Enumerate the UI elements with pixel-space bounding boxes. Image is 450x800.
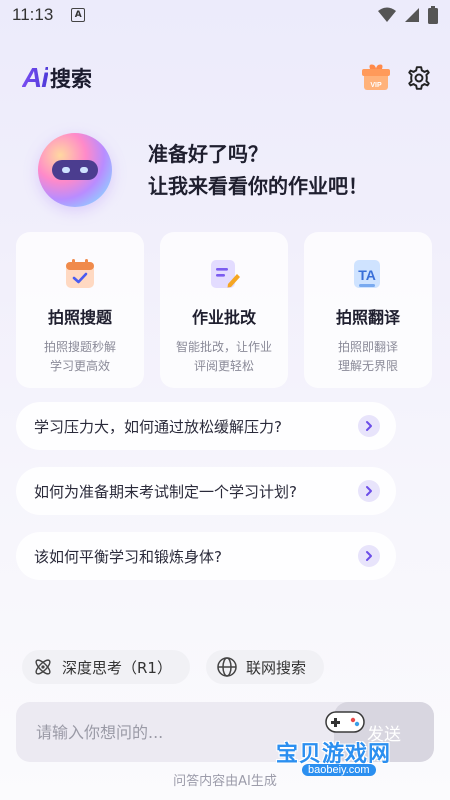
question-input[interactable] (36, 722, 306, 742)
web-search-toggle[interactable]: 联网搜索 (205, 650, 324, 684)
svg-text:TA: TA (358, 267, 376, 283)
battery-icon (428, 6, 438, 24)
logo-text: 搜索 (50, 67, 92, 91)
feature-card-photo-translate[interactable]: TA 拍照翻译 拍照即翻译 理解无界限 (304, 232, 432, 388)
mascot-visor (52, 160, 98, 180)
translate-icon: TA (354, 260, 380, 288)
hero-greeting: 准备好了吗？ 让我来看看你的作业吧！ (148, 138, 368, 202)
feature-title: 拍照翻译 (335, 308, 400, 327)
notification-icon: A (71, 8, 86, 22)
status-time: 11:13 (12, 5, 54, 24)
feature-title: 作业批改 (191, 308, 256, 327)
feature-desc-line: 学习更高效 (49, 359, 110, 373)
send-button[interactable]: 发送 (334, 702, 434, 762)
feature-card-photo-search[interactable]: 拍照搜题 拍照搜题秒解 学习更高效 (16, 232, 144, 388)
hero-line-1: 准备好了吗？ (148, 142, 268, 166)
header-actions: VIP (360, 62, 432, 94)
chat-input-bar: 发送 (16, 702, 434, 762)
calendar-check-icon (66, 259, 94, 288)
vip-badge-text: VIP (370, 82, 382, 89)
feature-desc-line: 评阅更轻松 (193, 359, 254, 373)
web-search-label: 联网搜索 (245, 658, 306, 677)
logo-ai: Ai (22, 62, 49, 93)
chevron-right-icon (358, 545, 380, 567)
wifi-icon (378, 7, 396, 22)
feature-desc: 拍照即翻译 理解无界限 (338, 338, 398, 376)
globe-icon (217, 657, 237, 677)
feature-desc-line: 理解无界限 (337, 359, 398, 373)
signal-icon (405, 8, 419, 22)
mascot-left-eye (62, 167, 70, 173)
suggestion-text: 学习压力大，如何通过放松缓解压力? (34, 417, 282, 436)
gear-icon[interactable] (406, 65, 432, 91)
chevron-right-icon (358, 480, 380, 502)
suggestion-item[interactable]: 如何为准备期末考试制定一个学习计划? (16, 467, 396, 515)
deep-think-label: 深度思考（R1） (62, 658, 172, 677)
app-logo: Ai 搜索 (22, 62, 92, 94)
suggestion-item[interactable]: 学习压力大，如何通过放松缓解压力? (16, 402, 396, 450)
feature-title: 拍照搜题 (47, 308, 112, 327)
ai-mascot-avatar (38, 133, 112, 207)
suggestion-text: 如何为准备期末考试制定一个学习计划? (34, 482, 297, 501)
suggestion-item[interactable]: 该如何平衡学习和锻炼身体? (16, 532, 396, 580)
feature-desc: 智能批改，让作业 评阅更轻松 (176, 338, 272, 376)
status-indicators (378, 6, 438, 24)
feature-desc-line: 拍照搜题秒解 (43, 340, 116, 354)
feature-desc: 拍照搜题秒解 学习更高效 (44, 338, 116, 376)
ai-disclaimer: 问答内容由AI生成 (173, 774, 277, 789)
suggestion-text: 该如何平衡学习和锻炼身体? (34, 547, 222, 566)
chevron-right-icon (358, 415, 380, 437)
feature-card-homework-grading[interactable]: 作业批改 智能批改，让作业 评阅更轻松 (160, 232, 288, 388)
feature-desc-line: 拍照即翻译 (337, 340, 398, 354)
app-header: Ai 搜索 VIP (22, 56, 432, 100)
hero-line-2: 让我来看看你的作业吧！ (148, 174, 368, 198)
suggested-questions: 学习压力大，如何通过放松缓解压力? 如何为准备期末考试制定一个学习计划? 该如何… (16, 402, 396, 597)
hero-section: 准备好了吗？ 让我来看看你的作业吧！ (38, 128, 430, 212)
feature-desc-line: 智能批改，让作业 (175, 340, 272, 354)
vip-gift-icon[interactable]: VIP (360, 62, 392, 94)
feature-cards: 拍照搜题 拍照搜题秒解 学习更高效 作业批改 智能批改，让作业 评阅更轻松 TA… (16, 232, 434, 388)
status-bar: 11:13 A (0, 0, 450, 30)
atom-icon (35, 659, 51, 675)
deep-think-toggle[interactable]: 深度思考（R1） (22, 650, 190, 684)
mascot-right-eye (80, 167, 88, 173)
document-edit-icon (211, 260, 240, 288)
mode-toggles: 深度思考（R1） 联网搜索 (22, 650, 324, 684)
